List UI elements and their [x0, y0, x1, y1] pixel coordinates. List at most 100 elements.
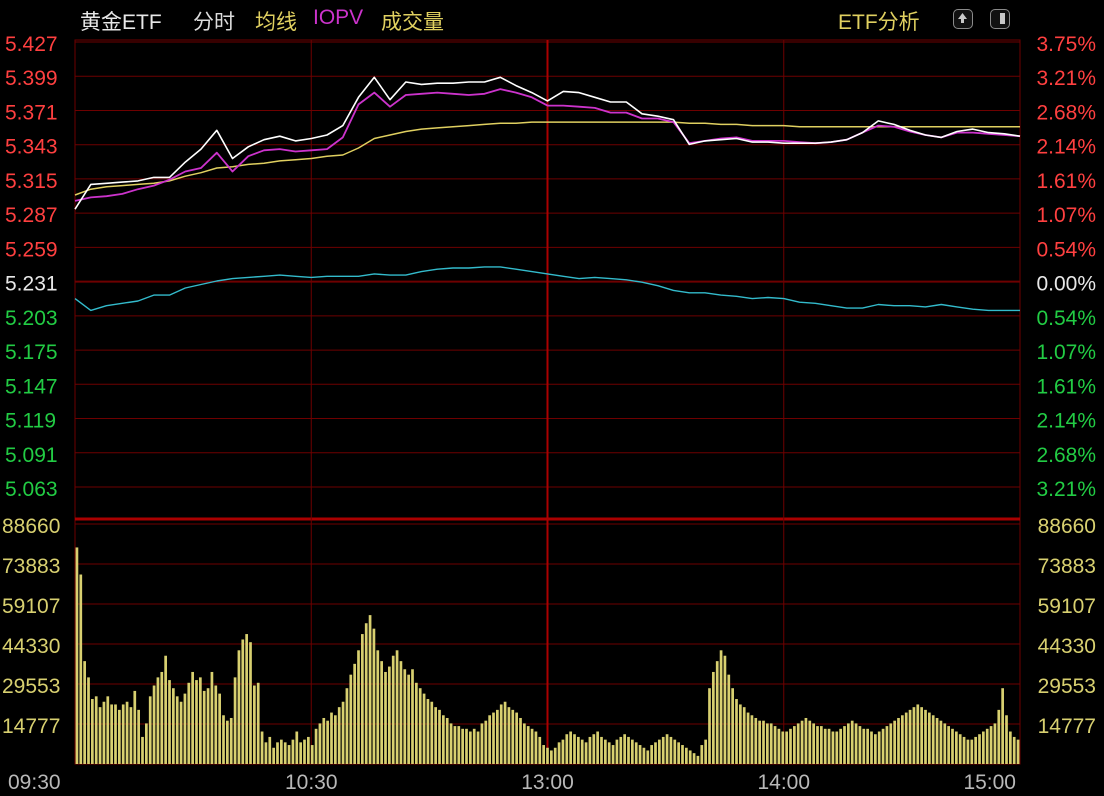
- volume-bar: [191, 671, 194, 764]
- volume-bar: [237, 650, 241, 764]
- volume-bar: [83, 661, 86, 764]
- volume-bar: [384, 671, 387, 764]
- volume-bar: [241, 639, 245, 764]
- volume-bar: [970, 739, 974, 764]
- volume-bar: [854, 723, 858, 764]
- volume-bar: [523, 723, 526, 764]
- volume-bar: [916, 704, 920, 764]
- volume-bar: [804, 717, 808, 764]
- volume-bar: [631, 739, 634, 764]
- volume-bar: [480, 723, 484, 764]
- volume-bar: [1016, 739, 1020, 764]
- volume-bar: [472, 728, 476, 764]
- volume-bar: [337, 707, 341, 764]
- volume-bar: [102, 701, 106, 764]
- volume-bar: [885, 726, 889, 764]
- volume-bar: [638, 745, 642, 764]
- volume-bar: [769, 723, 773, 764]
- volume-bar: [283, 742, 287, 764]
- volume-bar: [557, 742, 561, 764]
- volume-bar: [847, 723, 850, 764]
- volume-tick-label-right: 73883: [1038, 555, 1096, 578]
- price-tick-label: 5.399: [5, 67, 58, 90]
- volume-bar: [800, 720, 804, 764]
- volume-bar: [233, 677, 237, 764]
- volume-bar: [303, 739, 306, 764]
- percent-tick-label: 2.68%: [1036, 101, 1096, 124]
- volume-tick-label: 59107: [2, 595, 60, 618]
- volume-bar: [411, 669, 414, 764]
- volume-bar: [584, 742, 588, 764]
- volume-bar: [673, 739, 677, 764]
- volume-bar: [758, 720, 761, 764]
- percent-tick-label: 2.14%: [1036, 136, 1096, 159]
- volume-bar: [530, 728, 534, 764]
- percent-tick-label: 1.07%: [1036, 204, 1096, 227]
- volume-bar: [407, 674, 410, 764]
- volume-bar: [110, 704, 113, 764]
- volume-bar: [816, 726, 819, 764]
- percent-tick-label: 0.54%: [1036, 238, 1096, 261]
- time-tick-label: 15:00: [963, 771, 1016, 794]
- volume-bar: [195, 680, 198, 764]
- volume-bar: [669, 736, 673, 764]
- volume-bar: [79, 574, 83, 764]
- volume-bar: [526, 726, 530, 764]
- volume-bar: [245, 634, 248, 764]
- volume-bar: [735, 699, 738, 764]
- percent-tick-label: 0.54%: [1036, 307, 1096, 330]
- volume-bar: [862, 728, 866, 764]
- volume-bar: [924, 709, 927, 764]
- volume-bar: [623, 734, 626, 764]
- volume-bar: [426, 699, 430, 764]
- volume-bar: [353, 663, 356, 764]
- volume-bar: [499, 704, 503, 764]
- volume-bar: [380, 661, 383, 764]
- volume-bar: [87, 677, 90, 764]
- volume-bar: [742, 707, 746, 764]
- volume-bar: [94, 696, 98, 764]
- volume-bar: [187, 682, 191, 764]
- volume-bar: [866, 728, 869, 764]
- volume-bar: [98, 707, 102, 764]
- volume-bar: [295, 731, 299, 764]
- volume-bar: [985, 728, 989, 764]
- volume-bar: [218, 693, 221, 764]
- volume-bar: [361, 634, 364, 764]
- volume-bar: [175, 696, 179, 764]
- volume-bar: [299, 742, 302, 764]
- volume-bar: [634, 742, 638, 764]
- volume-bar: [939, 720, 943, 764]
- volume-bar: [226, 720, 229, 764]
- volume-bar: [839, 728, 842, 764]
- volume-bar: [249, 642, 252, 764]
- percent-tick-label: 3.21%: [1036, 67, 1096, 90]
- volume-bar: [376, 650, 380, 764]
- price-tick-label: 5.231: [5, 273, 58, 296]
- volume-bar: [488, 715, 491, 764]
- volume-bar: [978, 734, 981, 764]
- volume-bar: [345, 688, 349, 764]
- volume-bar: [681, 745, 684, 764]
- volume-bar: [881, 728, 885, 764]
- volume-bar: [503, 701, 507, 764]
- volume-bar: [465, 728, 468, 764]
- volume-bar: [600, 736, 603, 764]
- volume-bar: [280, 739, 283, 764]
- volume-tick-label: 88660: [2, 515, 60, 538]
- volume-bar: [696, 755, 700, 764]
- volume-bar: [222, 715, 225, 764]
- volume-bar: [507, 707, 511, 764]
- price-tick-label: 5.343: [5, 136, 58, 159]
- volume-tick-label: 73883: [2, 555, 60, 578]
- volume-bar: [334, 715, 337, 764]
- price-tick-label: 5.147: [5, 375, 58, 398]
- volume-bar: [372, 628, 376, 764]
- volume-bar: [731, 688, 734, 764]
- volume-bar: [553, 747, 557, 764]
- volume-bar: [877, 731, 881, 764]
- volume-bar: [314, 728, 318, 764]
- volume-bar: [442, 715, 445, 764]
- volume-bar: [519, 717, 522, 764]
- volume-bar: [341, 701, 345, 764]
